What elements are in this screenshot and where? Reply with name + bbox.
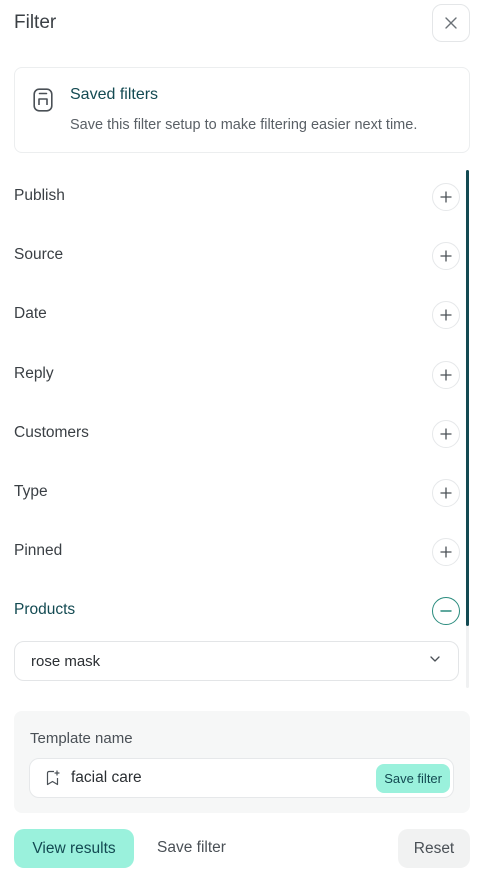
filter-row-date[interactable]: Date — [14, 295, 460, 335]
expand-button[interactable] — [432, 538, 460, 566]
filter-label: Source — [14, 246, 64, 263]
save-filter-button[interactable]: Save filter — [157, 839, 226, 857]
scrollbar-thumb[interactable] — [466, 170, 469, 626]
plus-icon — [440, 487, 452, 499]
filter-row-type[interactable]: Type — [14, 473, 460, 513]
filter-label: Publish — [14, 187, 65, 204]
filter-list: Publish Source Date Reply Customers Type — [14, 168, 460, 688]
template-name-value: facial care — [71, 769, 142, 786]
filter-row-publish[interactable]: Publish — [14, 177, 460, 217]
products-select-value: rose mask — [31, 653, 101, 670]
plus-icon — [440, 250, 452, 262]
filter-label: Reply — [14, 365, 54, 382]
filter-header: Filter — [14, 0, 470, 46]
view-results-button[interactable]: View results — [14, 829, 134, 868]
expand-button[interactable] — [432, 479, 460, 507]
saved-filters-card[interactable]: Saved filters Save this filter setup to … — [14, 67, 470, 153]
bookmark-add-icon — [46, 770, 60, 786]
filter-row-pinned[interactable]: Pinned — [14, 532, 460, 572]
filter-label: Pinned — [14, 542, 63, 559]
footer-actions: View results Save filter Reset — [14, 829, 470, 868]
close-icon — [445, 17, 457, 29]
filter-row-customers[interactable]: Customers — [14, 414, 460, 454]
filter-row-source[interactable]: Source — [14, 236, 460, 276]
expand-button[interactable] — [432, 242, 460, 270]
filter-label: Type — [14, 483, 48, 500]
template-name-input[interactable]: facial care Save filter — [29, 758, 454, 798]
template-section: Template name facial care Save filter — [14, 711, 470, 813]
filter-row-products[interactable]: Products — [14, 591, 460, 631]
filter-label: Date — [14, 305, 47, 322]
plus-icon — [440, 546, 452, 558]
saved-filters-description: Save this filter setup to make filtering… — [70, 117, 418, 133]
minus-icon — [440, 610, 452, 612]
expand-button[interactable] — [432, 301, 460, 329]
reset-button[interactable]: Reset — [398, 829, 470, 868]
plus-icon — [440, 369, 452, 381]
bookmark-icon — [33, 88, 53, 112]
filter-row-reply[interactable]: Reply — [14, 355, 460, 395]
expand-button[interactable] — [432, 361, 460, 389]
collapse-button[interactable] — [432, 597, 460, 625]
filter-label: Customers — [14, 424, 89, 441]
chevron-down-icon — [430, 656, 440, 662]
expand-button[interactable] — [432, 183, 460, 211]
plus-icon — [440, 428, 452, 440]
plus-icon — [440, 309, 452, 321]
close-button[interactable] — [432, 4, 470, 42]
filter-label: Products — [14, 601, 76, 618]
template-name-label: Template name — [30, 730, 133, 747]
plus-icon — [440, 191, 452, 203]
save-template-button[interactable]: Save filter — [376, 764, 450, 793]
page-title: Filter — [14, 12, 57, 33]
expand-button[interactable] — [432, 420, 460, 448]
products-select[interactable]: rose mask — [14, 641, 459, 681]
saved-filters-title: Saved filters — [70, 86, 159, 103]
